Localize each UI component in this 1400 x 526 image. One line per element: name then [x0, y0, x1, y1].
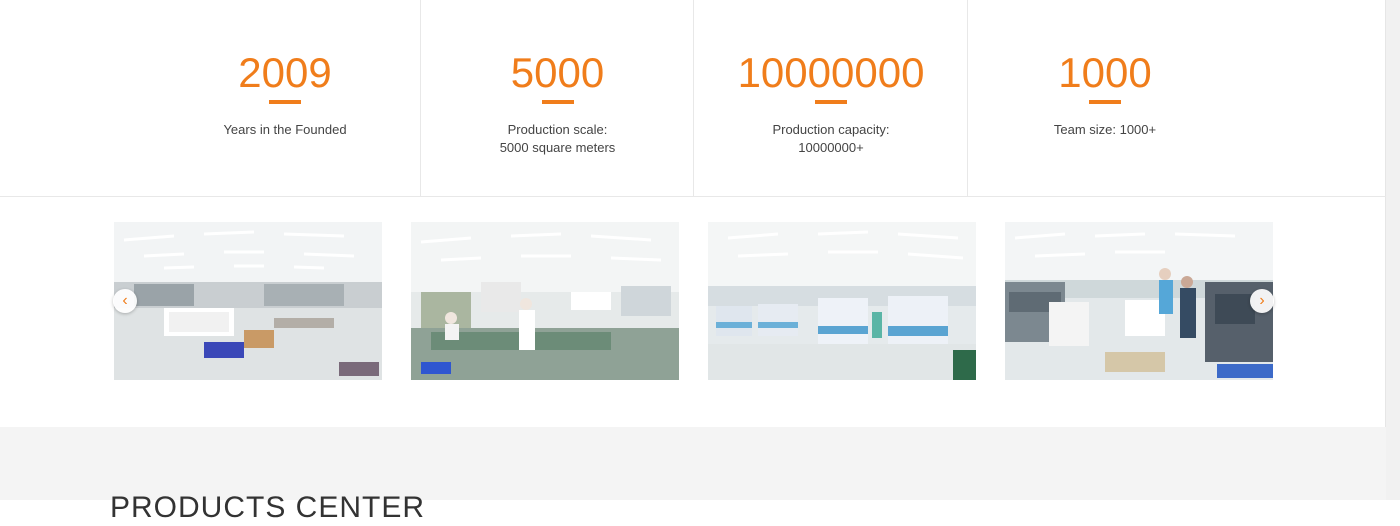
- stat-underline: [541, 100, 574, 104]
- products-section: PRODUCTS CENTER: [0, 427, 1386, 524]
- stat-production-capacity: 10000000 Production capacity: 10000000+: [693, 0, 968, 196]
- factory-warehouse-photo[interactable]: [114, 222, 382, 380]
- stat-description: Production capacity: 10000000+: [772, 122, 890, 155]
- stat-founded: 2009 Years in the Founded: [150, 0, 420, 196]
- gallery-prev-button[interactable]: ‹: [113, 289, 137, 313]
- stat-production-scale: 5000 Production scale: 5000 square meter…: [420, 0, 694, 196]
- stat-number: 2009: [238, 49, 332, 96]
- factory-printing-line-photo[interactable]: [708, 222, 976, 380]
- products-title: PRODUCTS CENTER: [110, 491, 426, 524]
- gallery-next-button[interactable]: ›: [1250, 289, 1274, 313]
- stat-team-size: 1000 Team size: 1000+: [967, 0, 1242, 196]
- stat-number: 5000: [510, 49, 605, 96]
- stat-description: Years in the Founded: [223, 122, 347, 137]
- stat-description: Team size: 1000+: [1053, 122, 1157, 137]
- stat-number: 1000: [1058, 49, 1152, 96]
- chevron-right-icon: ›: [1259, 292, 1265, 309]
- stats-section: 2009 Years in the Founded 5000 Productio…: [0, 0, 1386, 197]
- factory-packing-photo[interactable]: [411, 222, 679, 380]
- chevron-left-icon: ‹: [122, 292, 128, 309]
- stat-description: Production scale: 5000 square meters: [499, 122, 616, 155]
- page-scrollbar[interactable]: [1385, 0, 1400, 500]
- factory-press-room-photo[interactable]: [1005, 222, 1273, 380]
- stat-underline: [269, 100, 301, 104]
- stat-number: 10000000: [737, 49, 925, 96]
- stat-underline: [815, 100, 847, 104]
- stat-underline: [1089, 100, 1121, 104]
